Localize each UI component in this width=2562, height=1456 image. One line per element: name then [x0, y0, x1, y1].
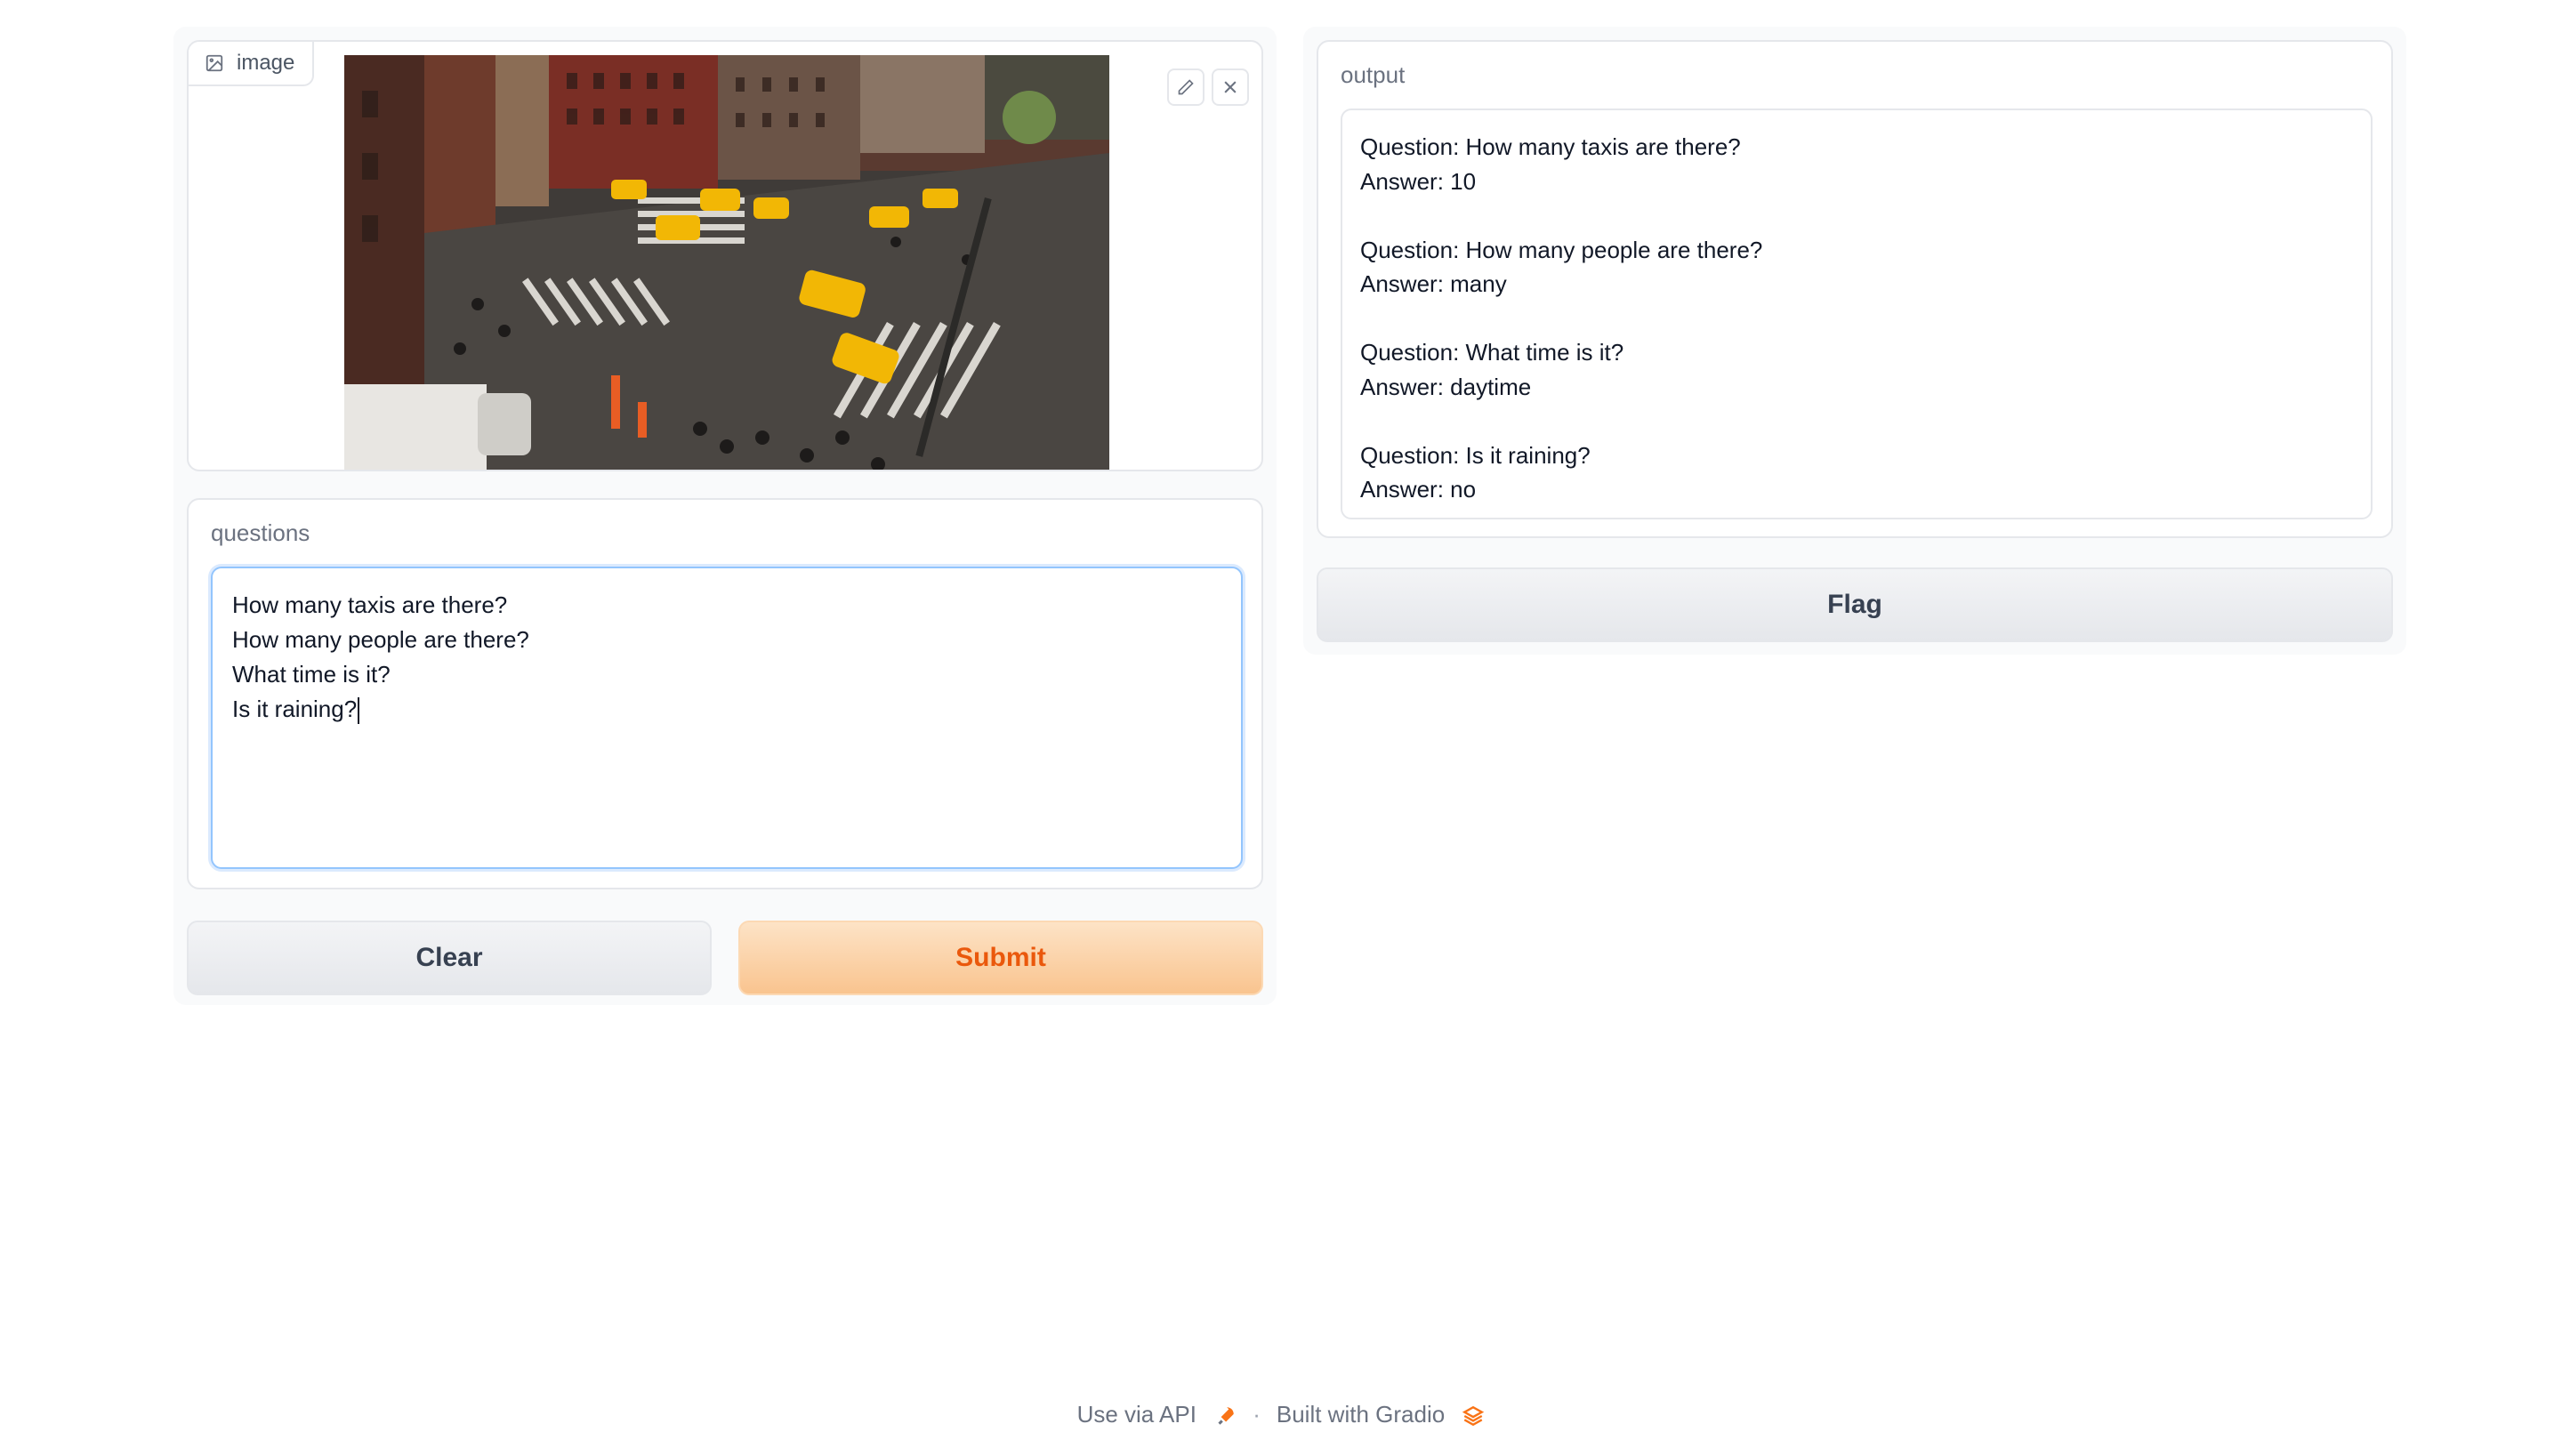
use-via-api-link[interactable]: Use via API — [1077, 1401, 1237, 1428]
built-with-gradio-link[interactable]: Built with Gradio — [1277, 1401, 1486, 1428]
output-panel: output Question: How many taxis are ther… — [1317, 40, 2393, 538]
questions-input: questions How many taxis are there? How … — [187, 498, 1263, 889]
edit-image-button[interactable] — [1167, 68, 1204, 106]
image-input[interactable]: image — [187, 40, 1263, 471]
uploaded-image — [344, 55, 1109, 470]
footer-separator: · — [1253, 1401, 1261, 1428]
clear-image-button[interactable] — [1212, 68, 1249, 106]
clear-button[interactable]: Clear — [187, 921, 712, 995]
questions-text: How many taxis are there? How many peopl… — [232, 591, 529, 722]
close-icon — [1224, 81, 1237, 93]
image-icon — [205, 54, 223, 72]
questions-textarea[interactable]: How many taxis are there? How many peopl… — [211, 567, 1243, 869]
use-via-api-text: Use via API — [1076, 1401, 1196, 1428]
output-textbox[interactable]: Question: How many taxis are there? Answ… — [1341, 109, 2373, 519]
output-label: output — [1341, 61, 1406, 88]
output-column: output Question: How many taxis are ther… — [1303, 27, 2406, 655]
gradio-logo-icon — [1462, 1406, 1485, 1427]
text-caret — [358, 697, 360, 725]
built-with-gradio-text: Built with Gradio — [1276, 1401, 1446, 1428]
pencil-icon — [1178, 79, 1194, 95]
questions-label: questions — [211, 519, 310, 546]
footer: Use via API · Built with Gradio — [0, 1401, 2562, 1428]
image-label: image — [237, 51, 295, 75]
flag-button[interactable]: Flag — [1317, 567, 2393, 642]
submit-button[interactable]: Submit — [738, 921, 1263, 995]
input-column: image questions How many taxis are there… — [173, 27, 1277, 1005]
rocket-icon — [1218, 1407, 1234, 1425]
image-label-tag: image — [189, 42, 315, 86]
